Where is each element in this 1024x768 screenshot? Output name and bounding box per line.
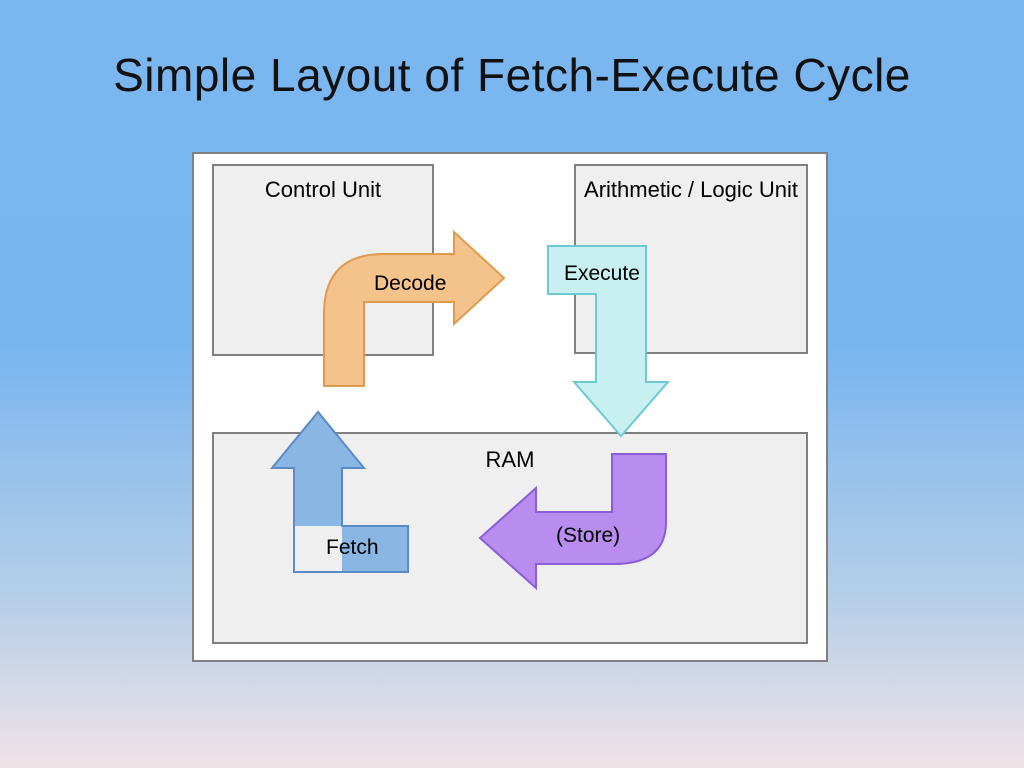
label-decode: Decode [374, 272, 446, 296]
label-execute: Execute [564, 262, 640, 286]
box-label: RAM [486, 447, 535, 472]
arrow-execute-head [574, 382, 668, 436]
slide-title: Simple Layout of Fetch-Execute Cycle [0, 48, 1024, 102]
box-label: Control Unit [265, 177, 381, 202]
label-fetch: Fetch [326, 536, 379, 560]
box-label: Arithmetic / Logic Unit [584, 177, 798, 202]
box-alu: Arithmetic / Logic Unit [574, 164, 808, 354]
label-store: (Store) [556, 524, 620, 548]
box-control-unit: Control Unit [212, 164, 434, 356]
slide: Simple Layout of Fetch-Execute Cycle Con… [0, 0, 1024, 768]
diagram-container: Control Unit Arithmetic / Logic Unit RAM [192, 152, 828, 662]
box-ram: RAM [212, 432, 808, 644]
arrow-decode-head [454, 232, 504, 324]
